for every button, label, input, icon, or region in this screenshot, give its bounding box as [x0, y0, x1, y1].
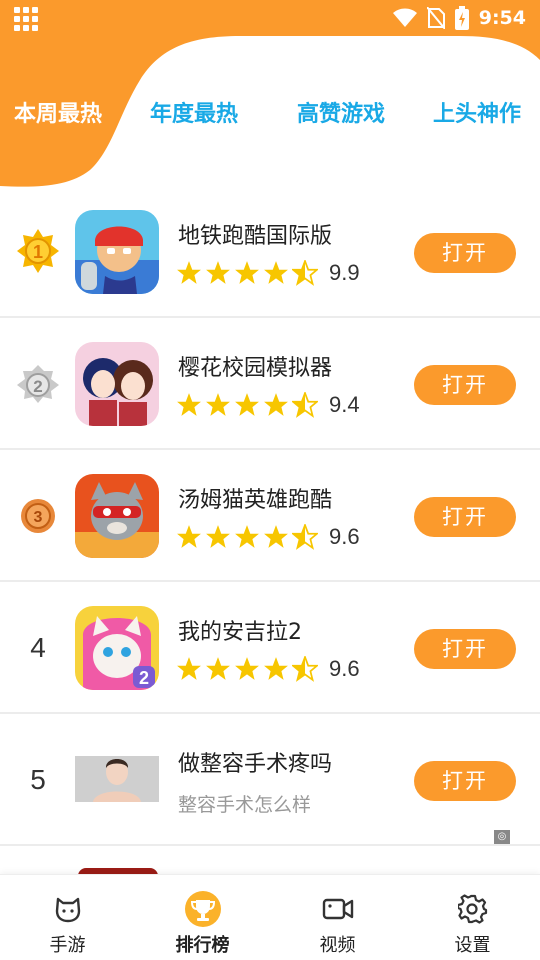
star-full-icon: [264, 261, 288, 284]
rating-stars: 9.4: [176, 392, 360, 418]
app-grid-icon: [14, 7, 40, 31]
rank-number: 5: [30, 764, 46, 795]
nav-label: 手游: [49, 935, 86, 956]
star-full-icon: [235, 525, 259, 548]
ad-list-item[interactable]: 5 做整容手术疼吗 整容手术怎么样 打开 ◎: [0, 714, 540, 846]
open-button[interactable]: 打开: [414, 365, 516, 405]
wifi-icon: [392, 8, 417, 27]
game-face-icon: [50, 891, 86, 927]
video-camera-icon: [320, 891, 356, 927]
app-name: 我的安吉拉2: [178, 620, 302, 645]
ad-marker-icon[interactable]: ◎: [494, 830, 510, 844]
bottom-nav: 手游 排行榜 视频 设置: [0, 874, 540, 960]
nav-label: 视频: [319, 935, 356, 956]
star-full-icon: [264, 393, 288, 416]
rating-stars: 9.6: [176, 656, 360, 682]
star-full-icon: [177, 393, 201, 416]
tab-addictive[interactable]: 上头神作: [433, 92, 521, 138]
app-score: 9.4: [329, 392, 360, 417]
list-item[interactable]: 1 地铁跑酷国际版 9.9 打开: [0, 186, 540, 318]
star-full-icon: [264, 657, 288, 680]
open-button[interactable]: 打开: [414, 629, 516, 669]
nav-item-ranking[interactable]: 排行榜: [135, 875, 270, 960]
trophy-icon: [184, 891, 221, 927]
sakura-school-icon[interactable]: [75, 342, 159, 426]
ad-title: 做整容手术疼吗: [178, 752, 333, 777]
app-name: 汤姆猫英雄跑酷: [178, 488, 333, 513]
rank-number: 1: [33, 242, 43, 262]
my-talking-angela-2-icon[interactable]: 2: [75, 606, 159, 690]
app-score: 9.6: [329, 656, 360, 681]
ranking-list: 1 地铁跑酷国际版 9.9 打开 2 樱花校园模拟器 9.4 打开 3 汤姆猫英…: [0, 186, 540, 846]
tom-hero-dash-icon[interactable]: [75, 474, 159, 558]
ad-portrait-image[interactable]: [75, 756, 159, 802]
rank-badge: 5: [12, 754, 64, 806]
gear-icon: [455, 891, 491, 927]
rank-number: 3: [34, 509, 43, 526]
nav-label: 排行榜: [175, 935, 230, 956]
rank-number: 2: [33, 377, 42, 396]
star-full-icon: [206, 261, 230, 284]
app-name: 地铁跑酷国际版: [178, 224, 333, 249]
tab-most-liked[interactable]: 高赞游戏: [297, 92, 385, 138]
subway-surfers-icon[interactable]: [75, 210, 159, 294]
open-button[interactable]: 打开: [414, 233, 516, 273]
star-full-icon: [235, 657, 259, 680]
open-button[interactable]: 打开: [414, 497, 516, 537]
star-half-icon: [292, 392, 318, 418]
bronze-medal-icon: 3: [12, 490, 64, 542]
rank-number: 4: [30, 632, 46, 663]
star-full-icon: [235, 261, 259, 284]
star-half-icon: [292, 260, 318, 286]
open-button[interactable]: 打开: [414, 761, 516, 801]
ad-subtitle: 整容手术怎么样: [178, 794, 312, 816]
app-name: 樱花校园模拟器: [178, 356, 333, 381]
nav-item-settings[interactable]: 设置: [405, 875, 540, 960]
star-full-icon: [177, 657, 201, 680]
header: 9:54 本周最热 年度最热 高赞游戏 上头神作: [0, 0, 540, 190]
battery-icon: [454, 6, 469, 30]
ranking-tabs: 本周最热 年度最热 高赞游戏 上头神作: [0, 92, 540, 138]
rating-stars: 9.9: [176, 260, 360, 286]
star-full-icon: [206, 525, 230, 548]
svg-text:2: 2: [139, 668, 149, 688]
no-sim-icon: [426, 7, 445, 29]
list-item[interactable]: 3 汤姆猫英雄跑酷 9.6 打开: [0, 450, 540, 582]
star-full-icon: [177, 525, 201, 548]
list-item[interactable]: 2 樱花校园模拟器 9.4 打开: [0, 318, 540, 450]
list-item[interactable]: 4 2 我的安吉拉2 9.6 打开: [0, 582, 540, 714]
nav-item-video[interactable]: 视频: [270, 875, 405, 960]
silver-medal-icon: 2: [12, 358, 64, 410]
app-score: 9.9: [329, 260, 360, 285]
app-score: 9.6: [329, 524, 360, 549]
nav-item-games[interactable]: 手游: [0, 875, 135, 960]
star-half-icon: [292, 656, 318, 682]
rating-stars: 9.6: [176, 524, 360, 550]
star-full-icon: [206, 657, 230, 680]
nav-label: 设置: [454, 935, 491, 956]
gold-medal-icon: 1: [12, 226, 64, 278]
tab-yearly-hot[interactable]: 年度最热: [150, 92, 238, 138]
rank-badge: 4: [12, 622, 64, 674]
star-full-icon: [235, 393, 259, 416]
tab-weekly-hot[interactable]: 本周最热: [14, 92, 102, 138]
status-bar: 9:54: [0, 0, 540, 36]
star-full-icon: [177, 261, 201, 284]
star-full-icon: [264, 525, 288, 548]
star-half-icon: [292, 524, 318, 550]
status-time: 9:54: [478, 7, 526, 29]
star-full-icon: [206, 393, 230, 416]
